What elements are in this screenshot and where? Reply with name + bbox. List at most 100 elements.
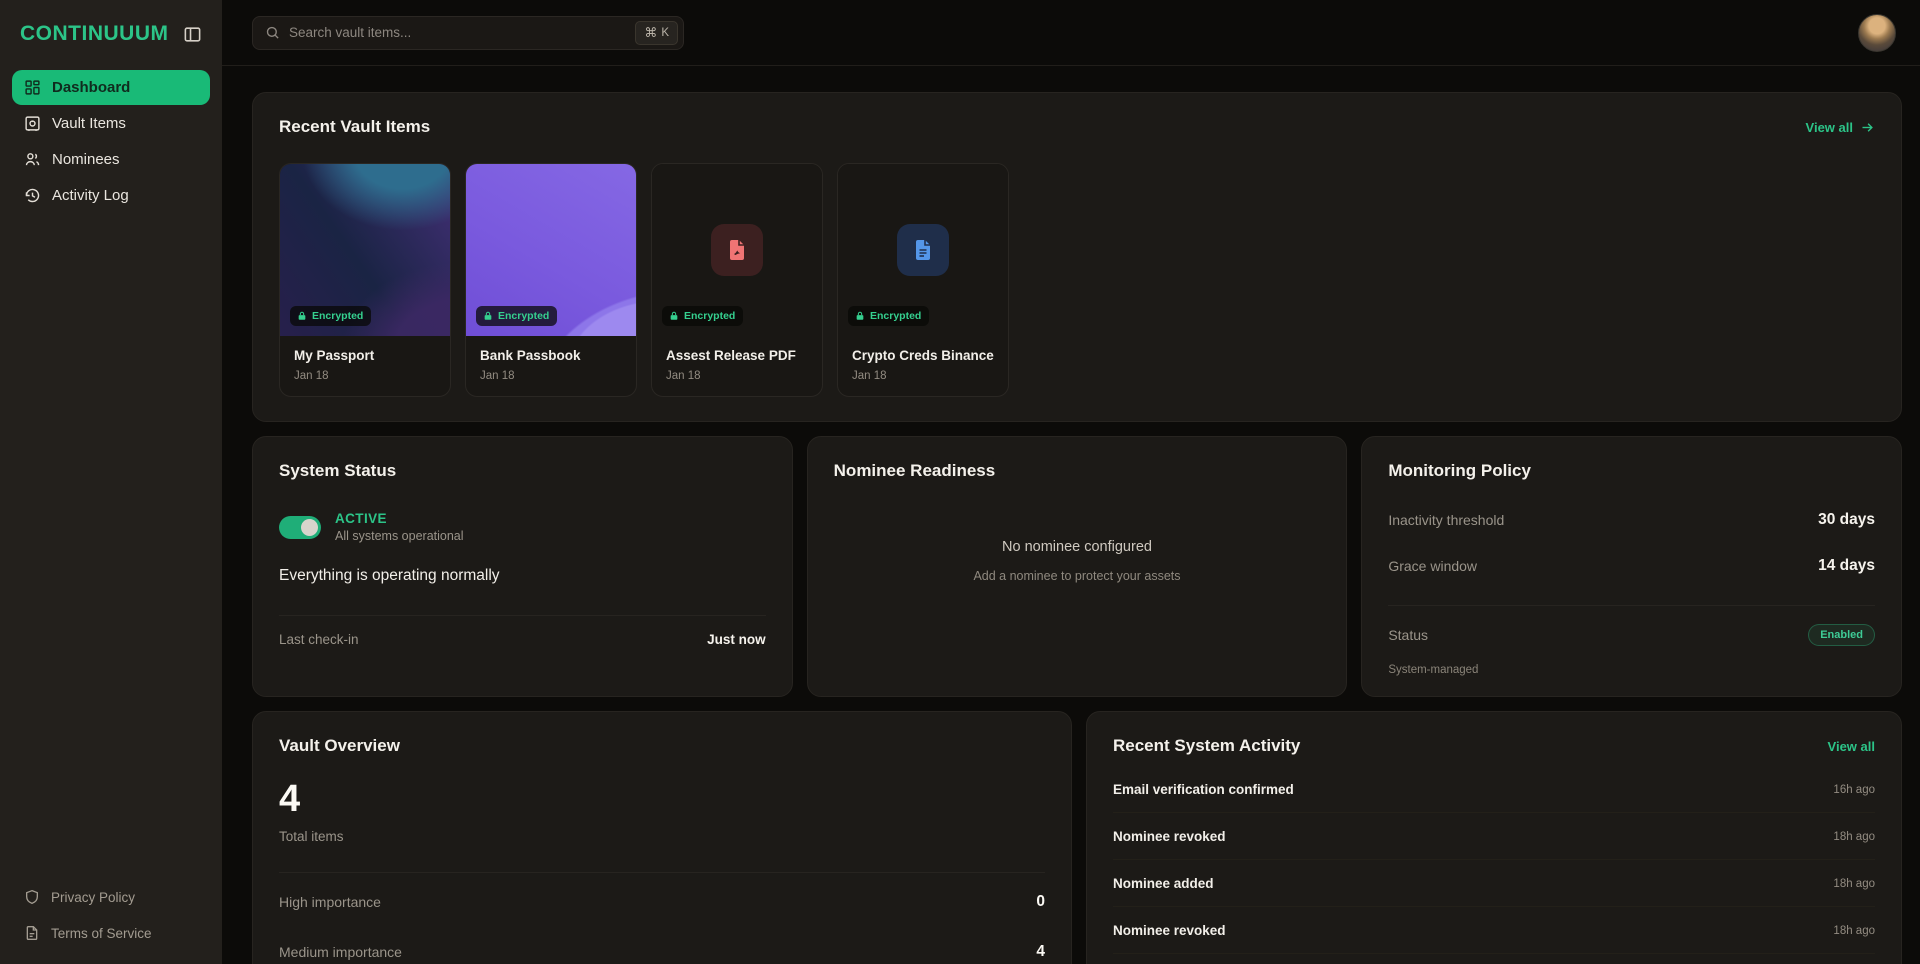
importance-label: Medium importance <box>279 944 402 960</box>
policy-row-label: Inactivity threshold <box>1388 512 1504 528</box>
encrypted-badge: Encrypted <box>662 306 743 326</box>
activity-view-all-link[interactable]: View all <box>1828 739 1875 754</box>
vault-item-thumbnail: Encrypted <box>838 164 1008 336</box>
sidebar-item-label: Dashboard <box>52 79 130 96</box>
section-title: System Status <box>279 461 766 481</box>
vault-view-all-link[interactable]: View all <box>1806 120 1875 135</box>
sidebar-item-label: Nominees <box>52 151 120 168</box>
status-cards-row: System Status ACTIVE All systems operati… <box>252 436 1902 697</box>
total-items-label: Total items <box>279 829 1045 844</box>
recent-vault-items-card: Recent Vault Items View all <box>252 92 1902 422</box>
vault-item-date: Jan 18 <box>666 370 808 382</box>
vault-item-thumbnail: Encrypted <box>466 164 636 336</box>
sidebar-item-nominees[interactable]: Nominees <box>12 142 210 177</box>
importance-row: Medium importance 4 <box>279 931 1045 964</box>
section-title: Recent System Activity <box>1113 736 1300 756</box>
sidebar-nav: Dashboard Vault Items Nominees Activity … <box>0 66 222 217</box>
app-root: CONTINUUUM Dashboard Vault Items <box>0 0 1920 964</box>
importance-value: 0 <box>1036 893 1045 911</box>
user-avatar[interactable] <box>1858 14 1896 52</box>
section-title: Nominee Readiness <box>834 461 1321 481</box>
section-title: Vault Overview <box>279 736 1045 756</box>
activity-time: 18h ago <box>1833 925 1875 937</box>
terms-of-service-link[interactable]: Terms of Service <box>12 916 210 950</box>
empty-state-title: No nominee configured <box>834 539 1321 555</box>
privacy-policy-link[interactable]: Privacy Policy <box>12 880 210 914</box>
empty-state-caption: Add a nominee to protect your assets <box>834 569 1321 583</box>
monitoring-policy-card: Monitoring Policy Inactivity threshold 3… <box>1361 436 1902 697</box>
vault-item-card[interactable]: Encrypted Assest Release PDF Jan 18 <box>651 163 823 397</box>
shortcut-key-label: K <box>661 27 669 39</box>
activity-row: Nominee revoked 18h ago <box>1113 813 1875 860</box>
toggle-knob <box>301 519 318 536</box>
encrypted-label: Encrypted <box>498 310 549 322</box>
sidebar-item-activity-log[interactable]: Activity Log <box>12 178 210 213</box>
vault-item-card[interactable]: Encrypted Bank Passbook Jan 18 <box>465 163 637 397</box>
doc-file-icon <box>897 224 949 276</box>
footer-link-label: Terms of Service <box>51 926 152 941</box>
last-checkin-label: Last check-in <box>279 632 359 647</box>
policy-row-value: 14 days <box>1818 557 1875 575</box>
history-clock-icon <box>24 187 41 204</box>
sidebar-item-label: Activity Log <box>52 187 129 204</box>
vault-item-date: Jan 18 <box>294 370 436 382</box>
vault-item-card[interactable]: Encrypted My Passport Jan 18 <box>279 163 451 397</box>
vault-overview-card: Vault Overview 4 Total items High import… <box>252 711 1072 964</box>
document-icon <box>24 925 40 941</box>
vault-item-title: Bank Passbook <box>480 348 622 363</box>
app-logo: CONTINUUUM <box>20 22 168 46</box>
sidebar-item-vault-items[interactable]: Vault Items <box>12 106 210 141</box>
section-title: Monitoring Policy <box>1388 461 1875 481</box>
sidebar-collapse-button[interactable] <box>183 25 202 44</box>
managed-note: System-managed <box>1388 664 1875 676</box>
policy-status-label: Status <box>1388 627 1428 643</box>
footer-link-label: Privacy Policy <box>51 890 135 905</box>
activity-row: Nominee added 18h ago <box>1113 860 1875 907</box>
lock-icon <box>483 311 493 321</box>
sidebar: CONTINUUUM Dashboard Vault Items <box>0 0 222 964</box>
view-all-label: View all <box>1828 739 1875 754</box>
search-icon <box>265 25 280 40</box>
dashboard-content: Recent Vault Items View all <box>222 66 1920 964</box>
system-status-toggle[interactable] <box>279 516 321 539</box>
status-state-label: ACTIVE <box>335 511 464 526</box>
importance-label: High importance <box>279 894 381 910</box>
activity-label: Nominee revoked <box>1113 829 1226 844</box>
activity-time: 16h ago <box>1833 784 1875 796</box>
sidebar-item-dashboard[interactable]: Dashboard <box>12 70 210 105</box>
policy-row-value: 30 days <box>1818 511 1875 529</box>
vault-item-thumbnail: Encrypted <box>652 164 822 336</box>
vault-icon <box>24 115 41 132</box>
vault-item-title: Crypto Creds Binance <box>852 348 994 363</box>
search-input[interactable] <box>289 25 626 40</box>
encrypted-label: Encrypted <box>312 310 363 322</box>
encrypted-label: Encrypted <box>684 310 735 322</box>
vault-item-date: Jan 18 <box>480 370 622 382</box>
importance-row: High importance 0 <box>279 881 1045 923</box>
lock-icon <box>297 311 307 321</box>
activity-time: 18h ago <box>1833 831 1875 843</box>
search-bar[interactable]: ⌘ K <box>252 16 684 50</box>
encrypted-label: Encrypted <box>870 310 921 322</box>
last-checkin-value: Just now <box>707 632 766 647</box>
view-all-label: View all <box>1806 120 1853 135</box>
recent-activity-card: Recent System Activity View all Email ve… <box>1086 711 1902 964</box>
section-title: Recent Vault Items <box>279 117 430 137</box>
lock-icon <box>669 311 679 321</box>
encrypted-badge: Encrypted <box>476 306 557 326</box>
activity-row: Nominee added 19h ago <box>1113 954 1875 964</box>
status-message: Everything is operating normally <box>279 567 766 585</box>
keyboard-shortcut-badge: ⌘ K <box>635 21 678 45</box>
encrypted-badge: Encrypted <box>290 306 371 326</box>
topbar: ⌘ K <box>222 0 1920 66</box>
command-key-icon: ⌘ <box>644 25 657 41</box>
vault-item-card[interactable]: Encrypted Crypto Creds Binance Jan 18 <box>837 163 1009 397</box>
activity-label: Nominee revoked <box>1113 923 1226 938</box>
activity-row: Nominee revoked 18h ago <box>1113 907 1875 954</box>
policy-row-label: Grace window <box>1388 558 1477 574</box>
people-icon <box>24 151 41 168</box>
vault-item-date: Jan 18 <box>852 370 994 382</box>
shield-icon <box>24 889 40 905</box>
panel-toggle-icon <box>183 25 202 44</box>
status-badge: Enabled <box>1808 624 1875 646</box>
